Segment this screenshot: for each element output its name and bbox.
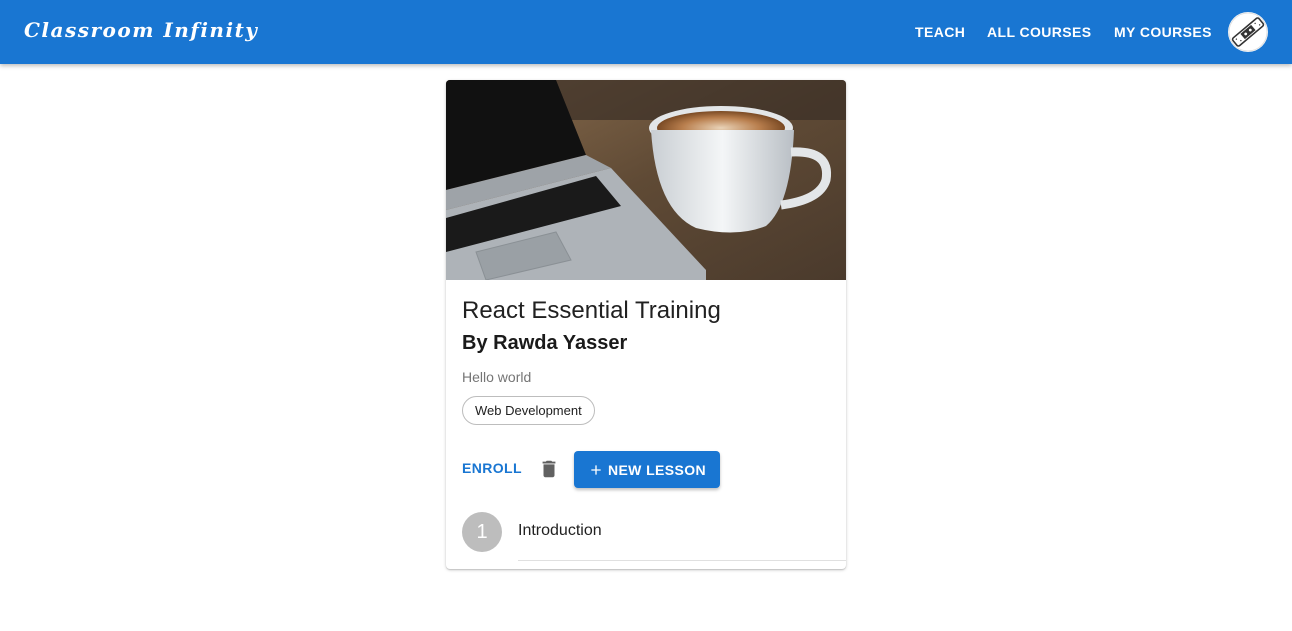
new-lesson-label: NEW LESSON [607, 461, 707, 478]
nav-my-courses[interactable]: MY COURSES [1114, 20, 1212, 44]
nav-teach[interactable]: TEACH [915, 20, 965, 44]
course-author: By Rawda Yasser [462, 332, 628, 354]
course-description: Hello world [462, 369, 532, 385]
plus-icon [588, 462, 604, 478]
app-bar: Classroom Infinity TEACH ALL COURSES MY … [0, 0, 1292, 64]
lesson-title: Introduction [518, 522, 602, 539]
nav-all-courses[interactable]: ALL COURSES [987, 20, 1092, 44]
user-avatar-icon [1228, 12, 1268, 52]
course-image [446, 80, 846, 281]
delete-course-button[interactable] [538, 458, 560, 480]
enroll-button[interactable]: ENROLL [462, 460, 522, 476]
lesson-list-item[interactable]: 1 Introduction [446, 510, 846, 562]
category-chip: Web Development [462, 396, 595, 425]
course-card: React Essential Training By Rawda Yasser… [446, 80, 846, 569]
course-title: React Essential Training [462, 297, 721, 324]
lesson-number-avatar: 1 [462, 512, 502, 552]
trash-icon [542, 460, 556, 478]
divider [518, 560, 846, 561]
new-lesson-button[interactable]: NEW LESSON [574, 451, 720, 488]
user-avatar[interactable] [1228, 12, 1268, 52]
brand-title[interactable]: Classroom Infinity [24, 18, 258, 42]
